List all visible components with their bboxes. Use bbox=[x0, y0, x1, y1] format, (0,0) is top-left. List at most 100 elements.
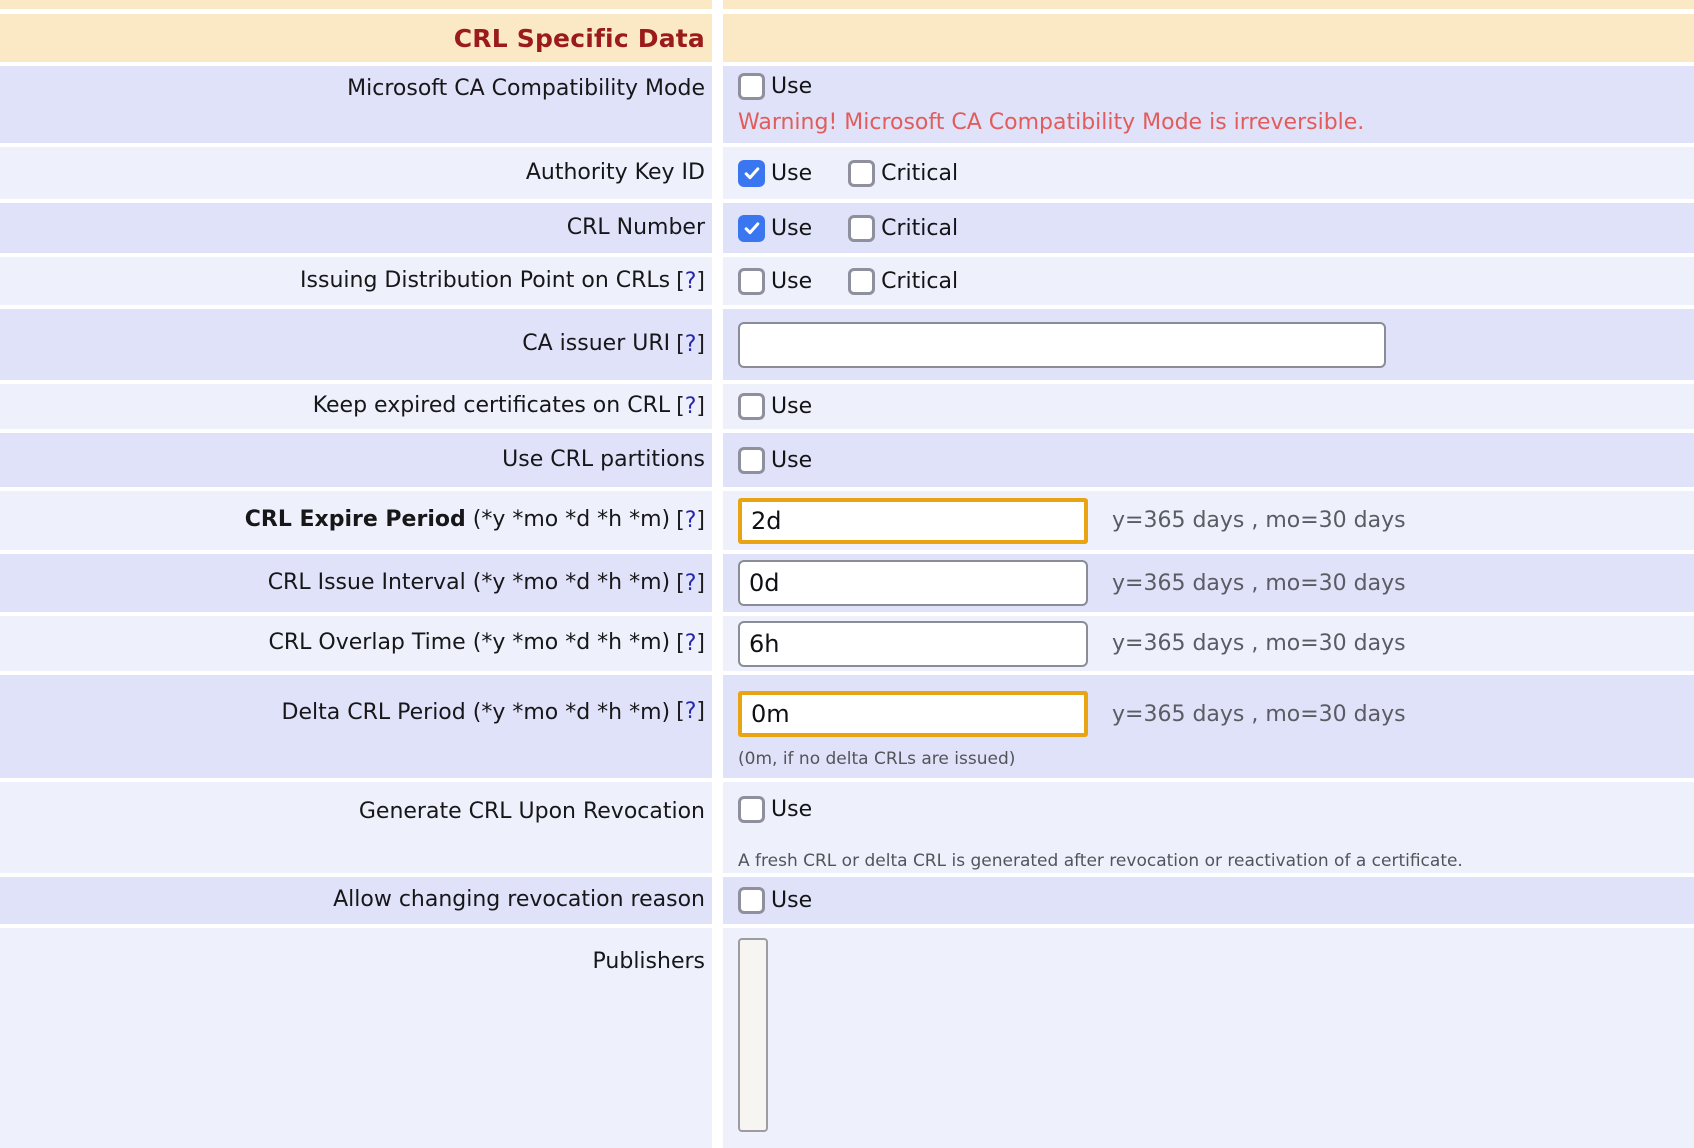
critical-checkbox-label: Critical bbox=[881, 269, 958, 294]
use-checkbox-label: Use bbox=[771, 161, 812, 186]
critical-checkbox[interactable] bbox=[848, 215, 875, 242]
row-crl-issue-interval: CRL Issue Interval(*y *mo *d *h *m) [?] … bbox=[0, 554, 1694, 612]
row-microsoft-ca-compatibility-mode: Microsoft CA Compatibility Mode Use Warn… bbox=[0, 66, 1694, 143]
help-question-mark: ? bbox=[685, 269, 697, 294]
field-label-cell: Keep expired certificates on CRL [?] bbox=[0, 384, 712, 429]
field-label-cell: CA issuer URI [?] bbox=[0, 309, 712, 380]
field-label: CRL Expire Period bbox=[245, 507, 466, 532]
help-question-mark: ? bbox=[685, 571, 697, 596]
field-label-cell: Issuing Distribution Point on CRLs [?] bbox=[0, 257, 712, 305]
field-label: Authority Key ID bbox=[526, 159, 705, 188]
use-checkbox-label: Use bbox=[771, 216, 812, 241]
use-checkbox[interactable] bbox=[738, 268, 765, 295]
period-hint: y=365 days , mo=30 days bbox=[1112, 702, 1406, 727]
row-keep-expired-certificates: Keep expired certificates on CRL [?] Use bbox=[0, 384, 1694, 429]
use-checkbox[interactable] bbox=[738, 796, 765, 823]
section-header-cell: CRL Specific Data bbox=[0, 14, 712, 62]
field-content-cell: Use bbox=[723, 384, 1694, 429]
help-question-mark: ? bbox=[685, 631, 697, 656]
use-checkbox[interactable] bbox=[738, 887, 765, 914]
checkmark-icon bbox=[742, 218, 762, 238]
field-content-cell: Use Critical bbox=[723, 257, 1694, 305]
field-label: Publishers bbox=[593, 948, 705, 977]
field-label-cell: Generate CRL Upon Revocation bbox=[0, 782, 712, 873]
use-checkbox[interactable] bbox=[738, 73, 765, 100]
help-link[interactable]: [?] bbox=[676, 508, 705, 533]
field-content-cell: Use bbox=[723, 877, 1694, 924]
section-header-spacer bbox=[723, 14, 1694, 62]
period-hint: y=365 days , mo=30 days bbox=[1112, 571, 1406, 596]
critical-checkbox-label: Critical bbox=[881, 161, 958, 186]
help-link[interactable]: [?] bbox=[676, 269, 705, 294]
checkbox-group: Use Critical bbox=[738, 215, 958, 242]
row-ca-issuer-uri: CA issuer URI [?] bbox=[0, 309, 1694, 380]
help-bracket: ] bbox=[696, 394, 705, 419]
field-label-suffix: (*y *mo *d *h *m) bbox=[473, 630, 670, 655]
field-label-cell: CRL Expire Period(*y *mo *d *h *m) [?] bbox=[0, 491, 712, 550]
row-crl-overlap-time: CRL Overlap Time (*y *mo *d *h *m) [?] y=… bbox=[0, 616, 1694, 671]
use-checkbox[interactable] bbox=[738, 215, 765, 242]
field-label-suffix: (*y *mo *d *h *m) bbox=[473, 700, 670, 725]
help-question-mark: ? bbox=[685, 699, 697, 724]
field-content-cell: y=365 days , mo=30 days bbox=[723, 616, 1694, 671]
publishers-listbox[interactable] bbox=[738, 938, 768, 1132]
use-checkbox-label: Use bbox=[771, 269, 812, 294]
help-link[interactable]: [?] bbox=[676, 571, 705, 596]
checkbox-group: Use Critical bbox=[738, 268, 958, 295]
critical-checkbox[interactable] bbox=[848, 160, 875, 187]
field-content-cell bbox=[723, 309, 1694, 380]
field-label-cell: Allow changing revocation reason bbox=[0, 877, 712, 924]
field-label: Delta CRL Period bbox=[282, 700, 466, 725]
row-publishers: Publishers bbox=[0, 928, 1694, 1148]
use-checkbox-group: Use bbox=[738, 447, 812, 474]
field-label: Microsoft CA Compatibility Mode bbox=[347, 75, 705, 104]
field-label: Keep expired certificates on CRL bbox=[313, 392, 670, 421]
field-label-cell: Microsoft CA Compatibility Mode bbox=[0, 66, 712, 143]
row-authority-key-id: Authority Key ID Use Critical bbox=[0, 147, 1694, 199]
use-checkbox[interactable] bbox=[738, 447, 765, 474]
field-label-cell: Use CRL partitions bbox=[0, 433, 712, 487]
field-label: CRL Issue Interval bbox=[268, 570, 466, 595]
use-checkbox[interactable] bbox=[738, 160, 765, 187]
row-use-crl-partitions: Use CRL partitions Use bbox=[0, 433, 1694, 487]
help-link[interactable]: [?] bbox=[676, 394, 705, 419]
crl-specific-data-form: CRL Specific Data Microsoft CA Compatibi… bbox=[0, 0, 1694, 1148]
warning-text: Warning! Microsoft CA Compatibility Mode… bbox=[738, 110, 1364, 135]
field-label: Allow changing revocation reason bbox=[333, 886, 705, 915]
period-hint: y=365 days , mo=30 days bbox=[1112, 631, 1406, 656]
field-note: A fresh CRL or delta CRL is generated af… bbox=[738, 851, 1463, 871]
field-label-cell: Delta CRL Period (*y *mo *d *h *m) [?] bbox=[0, 675, 712, 778]
use-checkbox-group: Use bbox=[738, 393, 812, 420]
help-link[interactable]: [?] bbox=[676, 631, 705, 656]
crl-expire-period-input[interactable] bbox=[738, 498, 1088, 544]
crl-issue-interval-input[interactable] bbox=[738, 560, 1088, 606]
cropped-cell bbox=[0, 0, 712, 9]
row-crl-number: CRL Number Use Critical bbox=[0, 203, 1694, 253]
ca-issuer-uri-input[interactable] bbox=[738, 322, 1386, 368]
crl-overlap-time-input[interactable] bbox=[738, 621, 1088, 667]
help-bracket: [ bbox=[676, 699, 685, 724]
row-issuing-distribution-point: Issuing Distribution Point on CRLs [?] U… bbox=[0, 257, 1694, 305]
help-bracket: ] bbox=[696, 508, 705, 533]
critical-checkbox[interactable] bbox=[848, 268, 875, 295]
help-link[interactable]: [?] bbox=[676, 332, 705, 357]
row-allow-changing-revocation-reason: Allow changing revocation reason Use bbox=[0, 877, 1694, 924]
field-label-cell: Authority Key ID bbox=[0, 147, 712, 199]
field-content-cell: Use Critical bbox=[723, 203, 1694, 253]
delta-crl-period-input[interactable] bbox=[738, 691, 1088, 737]
field-label: CRL Overlap Time bbox=[269, 630, 466, 655]
field-label-suffix: (*y *mo *d *h *m) bbox=[473, 570, 670, 595]
field-label-cell: CRL Issue Interval (*y *mo *d *h *m) [?] bbox=[0, 554, 712, 612]
help-link[interactable]: [?] bbox=[676, 699, 705, 724]
row-delta-crl-period: Delta CRL Period (*y *mo *d *h *m) [?] y=… bbox=[0, 675, 1694, 778]
critical-checkbox-label: Critical bbox=[881, 216, 958, 241]
field-label: Use CRL partitions bbox=[502, 446, 705, 475]
cropped-row-top bbox=[0, 0, 1694, 9]
help-bracket: ] bbox=[696, 631, 705, 656]
use-checkbox-group: Use bbox=[738, 73, 812, 100]
use-checkbox-label: Use bbox=[771, 797, 812, 822]
help-bracket: [ bbox=[676, 631, 685, 656]
section-title: CRL Specific Data bbox=[454, 24, 705, 53]
checkmark-icon bbox=[742, 163, 762, 183]
use-checkbox[interactable] bbox=[738, 393, 765, 420]
